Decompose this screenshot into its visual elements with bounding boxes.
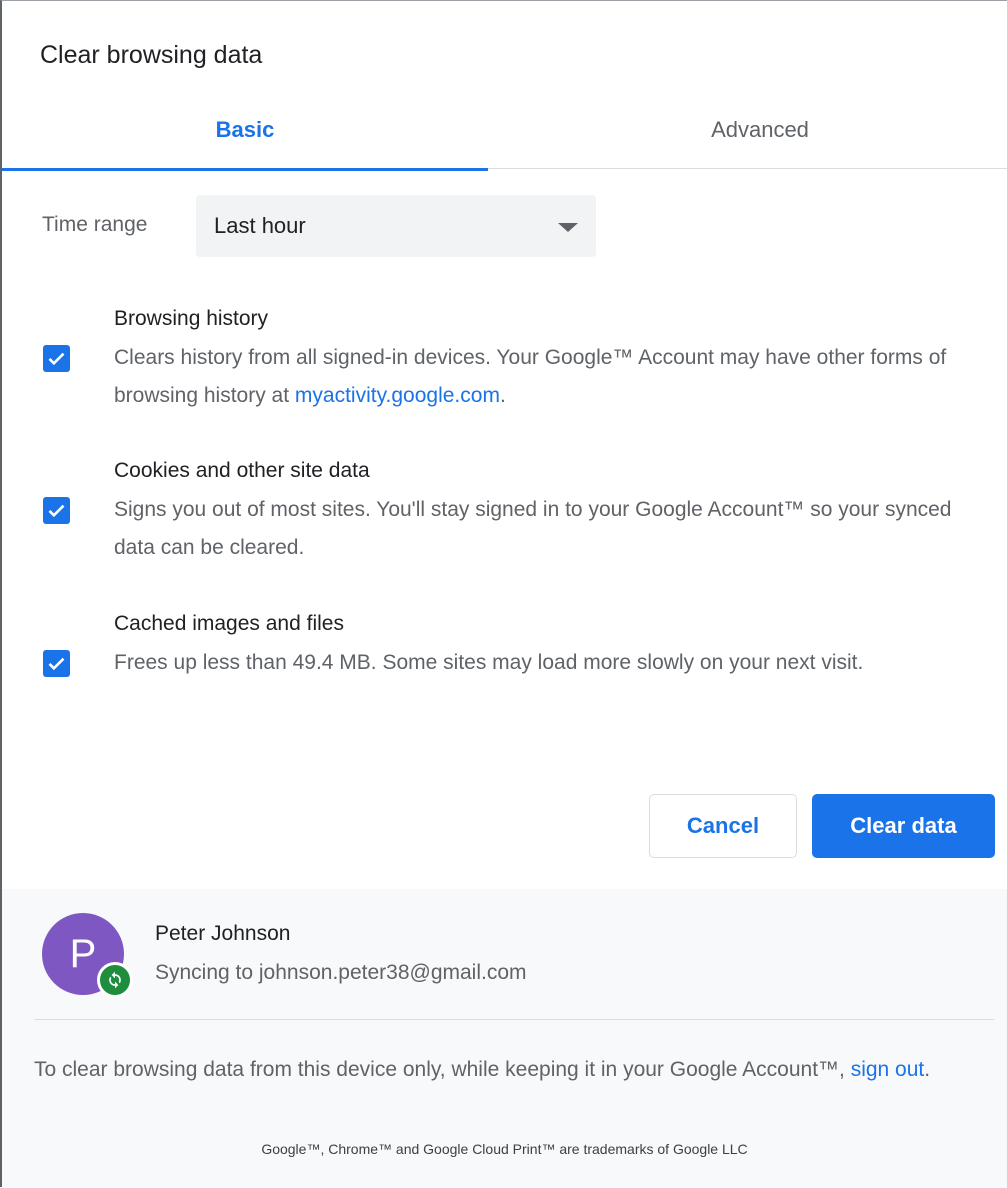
cached-images-checkbox[interactable] [43, 650, 70, 677]
cancel-button[interactable]: Cancel [649, 794, 797, 858]
tab-advanced[interactable]: Advanced [517, 91, 1003, 169]
checkmark-icon [48, 504, 65, 518]
myactivity-link[interactable]: myactivity.google.com [295, 384, 500, 407]
checkmark-icon [48, 352, 65, 366]
cookies-description: Signs you out of most sites. You'll stay… [114, 498, 952, 559]
time-range-label: Time range [42, 213, 148, 236]
cookies-checkbox[interactable] [43, 497, 70, 524]
sign-out-link[interactable]: sign out [851, 1058, 925, 1081]
trademark-notice: Google™, Chrome™ and Google Cloud Print™… [261, 1141, 748, 1157]
clear-browsing-data-dialog: Clear browsing data Basic Advanced Time … [0, 0, 1007, 1188]
time-range-select[interactable]: Last hour [196, 195, 596, 257]
cached-images-title: Cached images and files [114, 612, 344, 635]
browsing-history-desc-text: Clears history from all signed-in device… [114, 346, 947, 407]
browsing-history-description: Clears history from all signed-in device… [114, 339, 984, 415]
dialog-title: Clear browsing data [40, 41, 263, 69]
account-sync-status: Syncing to johnson.peter38@gmail.com [155, 961, 527, 984]
cached-images-description: Frees up less than 49.4 MB. Some sites m… [114, 651, 864, 674]
tab-basic-label: Basic [215, 117, 275, 142]
browsing-history-desc-end: . [499, 384, 506, 407]
dropdown-arrow-icon [558, 223, 578, 232]
cookies-title: Cookies and other site data [114, 459, 370, 482]
footer-divider [34, 1019, 994, 1020]
browsing-history-checkbox[interactable] [43, 345, 70, 372]
browsing-history-title: Browsing history [114, 307, 269, 330]
avatar-letter: P [69, 931, 97, 976]
sign-out-info-text: To clear browsing data from this device … [34, 1058, 851, 1081]
time-range-value: Last hour [214, 213, 306, 238]
sync-icon [97, 962, 133, 998]
sign-out-info-end: . [924, 1058, 931, 1081]
sign-out-info: To clear browsing data from this device … [34, 1051, 984, 1089]
tab-advanced-label: Advanced [711, 117, 809, 142]
clear-data-button[interactable]: Clear data [812, 794, 995, 858]
account-name: Peter Johnson [155, 922, 291, 945]
tab-basic[interactable]: Basic [2, 91, 488, 171]
sync-arrows-icon [109, 971, 121, 989]
checkmark-icon [48, 657, 65, 671]
active-tab-indicator [2, 168, 488, 171]
tab-bar: Basic Advanced [2, 91, 1007, 171]
